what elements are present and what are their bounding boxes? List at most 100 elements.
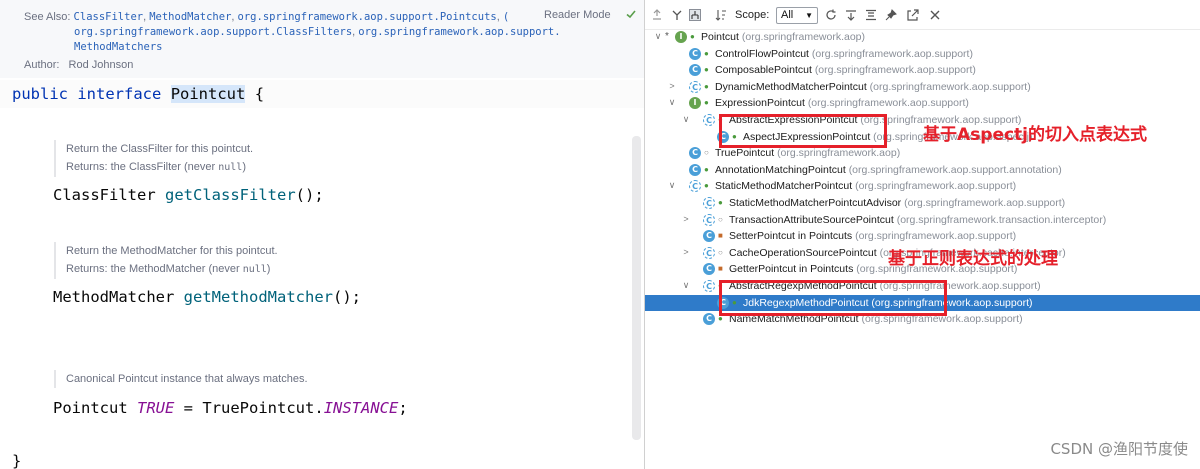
chevron-down-icon[interactable]: ∨ <box>667 180 677 191</box>
focus-marker-icon: * <box>665 31 669 42</box>
tree-row-label: ComposablePointcut (org.springframework.… <box>715 64 976 76</box>
constant-name[interactable]: TRUE <box>137 399 174 417</box>
link-methodmatchers[interactable]: MethodMatchers <box>74 41 163 53</box>
link-classfilter[interactable]: ClassFilter <box>74 11 144 23</box>
scope-label: Scope: <box>735 9 770 21</box>
chevron-down-icon: ▼ <box>805 11 813 20</box>
private-lock-icon: ■ <box>718 264 723 274</box>
method-name[interactable]: getClassFilter <box>165 186 296 204</box>
abstract-class-icon: C <box>703 213 715 226</box>
code-editor-pane: See Also: ClassFilter, MethodMatcher, or… <box>0 0 644 469</box>
constant-value-class[interactable]: TruePointcut. <box>202 399 323 417</box>
tree-row[interactable]: ∨ I ● ExpressionPointcut (org.springframewo… <box>645 95 1200 112</box>
refresh-icon[interactable] <box>825 9 837 21</box>
type-name: StaticMethodMatcherPointcut <box>715 180 853 193</box>
package-name: (org.springframework.aop.support) <box>869 80 1031 93</box>
type-name: ControlFlowPointcut <box>715 47 809 60</box>
tree-row[interactable]: C ■ SetterPointcut in Pointcuts (org.sprin… <box>645 228 1200 245</box>
public-icon: ● <box>718 198 723 207</box>
constant-type[interactable]: Pointcut <box>53 399 128 417</box>
open-in-window-icon[interactable] <box>907 9 919 21</box>
author-label: Author: <box>24 59 60 71</box>
public-icon: ● <box>704 65 709 75</box>
chevron-down-icon[interactable]: ∨ <box>681 114 691 125</box>
watermark: CSDN @渔阳节度使 <box>1050 440 1188 458</box>
package-name: (org.springframework.aop.support) <box>855 230 1017 243</box>
tree-row[interactable]: C ● ControlFlowPointcut (org.springframewo… <box>645 46 1200 63</box>
chevron-right-icon[interactable]: > <box>681 247 691 257</box>
link-pointcuts[interactable]: org.springframework.aop.support.Pointcut… <box>238 11 497 23</box>
type-name: SetterPointcut in Pointcuts <box>729 230 853 243</box>
doc-returns-line: Returns: the ClassFilter (never null) <box>66 161 246 173</box>
supertypes-icon[interactable] <box>651 9 663 21</box>
class-hierarchy-icon[interactable] <box>689 9 701 21</box>
class-icon: C <box>689 163 701 176</box>
method-name[interactable]: getMethodMatcher <box>184 288 333 306</box>
doc-returns-line: Returns: the MethodMatcher (never null) <box>66 263 271 275</box>
package-name: (org.springframework.aop) <box>777 147 901 160</box>
type-name: ComposablePointcut <box>715 64 812 77</box>
link-methodmatcher[interactable]: MethodMatcher <box>149 11 231 23</box>
tree-row[interactable]: C ● AnnotationMatchingPointcut (org.spring… <box>645 162 1200 179</box>
abstract-class-icon: C <box>703 114 715 126</box>
sort-alpha-icon[interactable] <box>715 9 727 21</box>
author-name: Rod Johnson <box>68 59 134 71</box>
constant-value-field[interactable]: INSTANCE <box>324 399 399 417</box>
tree-row[interactable]: ∨ * I ● Pointcut (org.springframework.aop) <box>645 29 1200 46</box>
abstract-class-icon: C <box>703 197 715 209</box>
pin-icon[interactable] <box>885 9 897 21</box>
package-private-icon: ○ <box>704 148 709 158</box>
chevron-down-icon[interactable]: ∨ <box>681 280 691 291</box>
public-icon: ● <box>690 32 695 41</box>
return-type[interactable]: ClassFilter <box>53 186 156 204</box>
chevron-down-icon[interactable]: ∨ <box>667 97 677 108</box>
type-name: StaticMethodMatcherPointcutAdvisor <box>729 197 902 209</box>
class-icon: C <box>703 313 715 326</box>
tree-row[interactable]: C ● ComposablePointcut (org.springframewor… <box>645 62 1200 79</box>
class-icon: C <box>689 147 701 160</box>
expand-all-icon[interactable] <box>845 9 857 21</box>
package-name: (org.springframework.aop.support) <box>811 47 973 60</box>
chevron-right-icon[interactable]: > <box>667 81 677 91</box>
type-name: TruePointcut <box>715 147 775 160</box>
tree-row[interactable]: C ● StaticMethodMatcherPointcutAdvisor (or… <box>645 195 1200 212</box>
constant-doc: Canonical Pointcut instance that always … <box>54 370 308 388</box>
tree-row[interactable]: ∨ C ● StaticMethodMatcherPointcut (org.spri… <box>645 178 1200 195</box>
interface-name[interactable]: Pointcut <box>170 85 246 103</box>
type-hierarchy-pane: Scope: All ▼ ∨ * I ● Pointcut (org.springfram… <box>644 0 1200 469</box>
class-icon: C <box>689 64 701 77</box>
see-also-line-2: org.springframework.aop.support.ClassFil… <box>74 26 561 38</box>
kw-public: public <box>12 85 68 103</box>
tree-row-label: DynamicMethodMatcherPointcut (org.spring… <box>715 81 1031 93</box>
doc-line: Canonical Pointcut instance that always … <box>66 373 308 385</box>
editor-scrollbar[interactable] <box>632 136 641 440</box>
interface-icon: I <box>689 97 701 110</box>
subtypes-icon[interactable] <box>671 9 683 21</box>
javadoc-header: See Also: ClassFilter, MethodMatcher, or… <box>0 0 644 78</box>
link-aop-support[interactable]: org.springframework.aop.support. <box>358 26 560 38</box>
return-type[interactable]: MethodMatcher <box>53 288 174 306</box>
brace-open: { <box>254 85 265 103</box>
tree-row-label: Pointcut (org.springframework.aop) <box>701 31 865 43</box>
reader-mode-toggle[interactable]: Reader Mode <box>544 9 611 21</box>
interface-icon: I <box>675 31 687 43</box>
doc-line: Return the ClassFilter for this pointcut… <box>66 143 254 155</box>
chevron-down-icon[interactable]: ∨ <box>653 31 663 42</box>
tree-row-label: ExpressionPointcut (org.springframework.… <box>715 97 969 109</box>
package-name: (org.springframework.aop.support) <box>855 180 1017 193</box>
link-classfilters[interactable]: org.springframework.aop.support.ClassFil… <box>74 26 352 38</box>
doc-line: Return the MethodMatcher for this pointc… <box>66 245 278 257</box>
package-name: (org.springframework.aop.support) <box>904 197 1066 209</box>
close-icon[interactable] <box>929 9 941 21</box>
scope-dropdown[interactable]: All ▼ <box>776 7 818 24</box>
private-lock-icon: ■ <box>718 231 723 241</box>
annotation-aspectj: 基于Aspectj的切入点表达式 <box>923 125 1148 145</box>
package-name: (org.springframework.aop) <box>741 31 866 43</box>
collapse-all-icon[interactable] <box>865 9 877 21</box>
tree-row[interactable]: > C ● DynamicMethodMatcherPointcut (org.spr… <box>645 79 1200 96</box>
chevron-right-icon[interactable]: > <box>681 214 691 224</box>
tree-row[interactable]: > C ○ TransactionAttributeSourcePointcut (o… <box>645 212 1200 229</box>
public-icon: ● <box>704 164 709 174</box>
see-also-line-3: MethodMatchers <box>74 41 163 53</box>
tree-row-label: StaticMethodMatcherPointcutAdvisor (org.… <box>729 197 1065 209</box>
